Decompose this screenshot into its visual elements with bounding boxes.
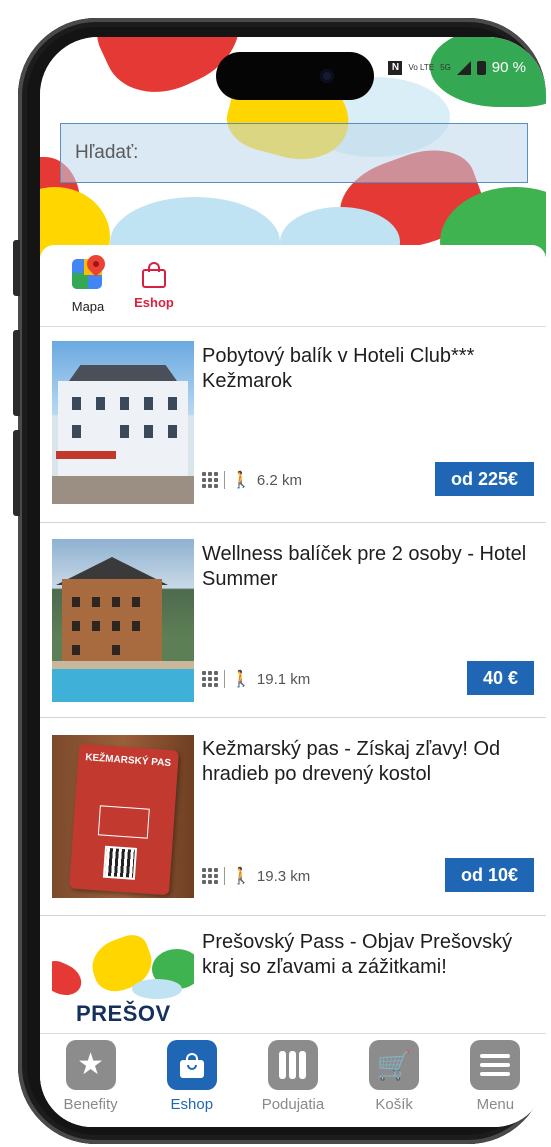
product-meta: 🚶 19.1 km bbox=[202, 669, 310, 689]
quick-link-eshop[interactable]: Eshop bbox=[128, 255, 180, 326]
nav-label: Menu bbox=[476, 1096, 515, 1113]
list-item[interactable]: KEŽMARSKÝ PAS Kežmarský pas - Získaj zľa… bbox=[40, 718, 546, 916]
cart-icon: 🛒 bbox=[376, 1049, 412, 1081]
product-title: Prešovský Pass - Objav Prešovský kraj so… bbox=[202, 931, 513, 978]
nav-tile: ★ bbox=[65, 1040, 116, 1090]
grid-icon bbox=[202, 868, 218, 884]
kezmarsky-pas-thumbnail: KEŽMARSKÝ PAS bbox=[52, 735, 194, 898]
walking-icon: 🚶 bbox=[231, 671, 251, 688]
product-meta: 🚶 19.3 km bbox=[202, 866, 310, 886]
presov-thumbnail: PREŠOV bbox=[52, 929, 194, 1036]
nav-tile bbox=[166, 1040, 217, 1090]
nav-tile bbox=[267, 1040, 318, 1090]
columns-icon bbox=[279, 1051, 307, 1079]
search-bar bbox=[60, 123, 528, 183]
quick-link-label: Mapa bbox=[71, 299, 105, 314]
product-meta: 🚶 6.2 km bbox=[202, 470, 302, 490]
list-item[interactable]: Wellness balíček pre 2 osoby - Hotel Sum… bbox=[40, 523, 546, 718]
divider bbox=[224, 867, 225, 885]
price-button[interactable]: od 225€ bbox=[434, 462, 534, 496]
nav-label: Košík bbox=[375, 1096, 413, 1113]
nav-benefity[interactable]: ★ Benefity bbox=[45, 1040, 137, 1127]
quick-links: Mapa Eshop bbox=[40, 245, 546, 327]
battery-icon bbox=[476, 60, 486, 75]
google-maps-icon bbox=[70, 251, 109, 293]
volume-down-button bbox=[13, 430, 20, 516]
front-camera-icon bbox=[320, 69, 334, 83]
product-title: Kežmarský pas - Získaj zľavy! Od hradieb… bbox=[202, 738, 501, 785]
list-item[interactable]: Pobytový balík v Hoteli Club*** Kežmarok… bbox=[40, 328, 546, 523]
shopping-bag-icon bbox=[141, 261, 167, 289]
phone-side-button bbox=[13, 240, 20, 296]
network-type: 5G bbox=[440, 62, 451, 72]
signal-icon bbox=[456, 60, 471, 75]
grid-icon bbox=[202, 472, 218, 488]
nav-tile bbox=[470, 1040, 521, 1090]
product-distance: 6.2 km bbox=[256, 471, 302, 489]
nav-label: Benefity bbox=[63, 1096, 118, 1113]
content-sheet: Mapa Eshop Pobytový balík v Hoteli Club*… bbox=[40, 245, 546, 1127]
hamburger-menu-icon bbox=[480, 1054, 511, 1076]
product-list: Pobytový balík v Hoteli Club*** Kežmarok… bbox=[40, 328, 546, 1036]
quick-link-label: Eshop bbox=[134, 295, 174, 310]
price-button[interactable]: od 10€ bbox=[444, 858, 534, 892]
list-item[interactable]: PREŠOV Prešovský Pass - Objav Prešovský … bbox=[40, 916, 546, 1036]
nav-label: Eshop bbox=[170, 1096, 214, 1113]
nav-eshop[interactable]: Eshop bbox=[146, 1040, 238, 1127]
qr-code-icon bbox=[102, 845, 138, 880]
price-button[interactable]: 40 € bbox=[466, 661, 534, 695]
walking-icon: 🚶 bbox=[231, 868, 251, 885]
product-distance: 19.3 km bbox=[256, 867, 311, 885]
thumbnail-text: KEŽMARSKÝ PAS bbox=[84, 752, 172, 770]
shopping-bag-icon bbox=[179, 1052, 204, 1078]
status-icons: N Vo LTE 5G 90 % bbox=[388, 59, 526, 76]
status-time: 15:53 bbox=[64, 59, 108, 78]
volume-up-button bbox=[13, 330, 20, 416]
product-distance: 19.1 km bbox=[256, 670, 311, 688]
bottom-nav: ★ Benefity Eshop Podujatia 🛒 Košík Menu bbox=[40, 1033, 546, 1127]
star-icon: ★ bbox=[77, 1048, 105, 1081]
nav-kosik[interactable]: 🛒 Košík bbox=[348, 1040, 440, 1127]
dynamic-island bbox=[216, 52, 374, 100]
nav-menu[interactable]: Menu bbox=[449, 1040, 541, 1127]
divider bbox=[224, 471, 225, 489]
hotel-club-thumbnail bbox=[52, 341, 194, 504]
walking-icon: 🚶 bbox=[231, 472, 251, 489]
nav-label: Podujatia bbox=[261, 1096, 325, 1113]
header-banner: 15:53 N Vo LTE 5G 90 % bbox=[40, 37, 546, 257]
search-input[interactable] bbox=[61, 124, 527, 182]
app-screen: 15:53 N Vo LTE 5G 90 % Mapa bbox=[40, 37, 546, 1127]
grid-icon bbox=[202, 671, 218, 687]
product-title: Wellness balíček pre 2 osoby - Hotel Sum… bbox=[202, 543, 527, 590]
nav-podujatia[interactable]: Podujatia bbox=[247, 1040, 339, 1127]
volte-indicator: Vo LTE bbox=[408, 62, 435, 72]
thumbnail-text: PREŠOV bbox=[76, 1001, 171, 1026]
divider bbox=[224, 670, 225, 688]
battery-percent: 90 % bbox=[491, 59, 526, 76]
nav-tile: 🛒 bbox=[369, 1040, 420, 1090]
product-title: Pobytový balík v Hoteli Club*** Kežmarok bbox=[202, 345, 475, 392]
nfc-icon: N bbox=[388, 60, 403, 75]
hotel-summer-thumbnail bbox=[52, 539, 194, 702]
quick-link-mapa[interactable]: Mapa bbox=[62, 251, 114, 326]
